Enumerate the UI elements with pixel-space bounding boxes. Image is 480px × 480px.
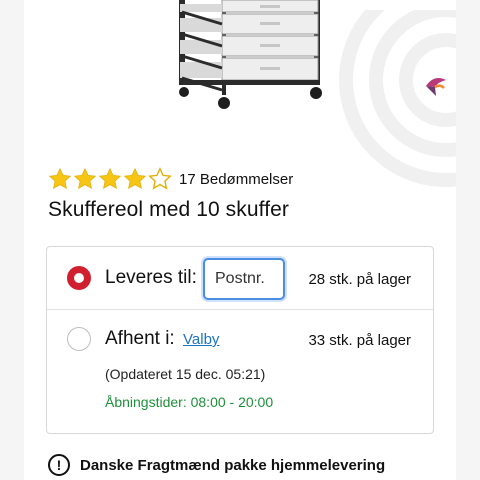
deliver-label: Leveres til: bbox=[105, 267, 197, 288]
radio-pickup[interactable] bbox=[67, 327, 91, 351]
decorative-circles bbox=[339, 10, 456, 187]
store-link[interactable]: Valby bbox=[183, 331, 219, 348]
star-filled-icon bbox=[48, 167, 72, 189]
star-filled-icon bbox=[98, 167, 122, 189]
star-empty-icon bbox=[148, 167, 172, 190]
delivery-option-home[interactable]: Leveres til: 28 stk. på lager bbox=[47, 247, 433, 309]
opening-hours: Åbningstider: 08:00 - 20:00 bbox=[105, 394, 274, 410]
exclamation-icon: ! bbox=[48, 454, 70, 476]
rating-stars bbox=[48, 167, 173, 191]
product-card: 17 Bedømmelser Skuffereol med 10 skuffer… bbox=[24, 0, 456, 480]
rating-row[interactable]: 17 Bedømmelser bbox=[48, 166, 293, 192]
delivery-options: Leveres til: 28 stk. på lager Afhent i: … bbox=[46, 246, 434, 434]
postcode-input[interactable] bbox=[203, 258, 285, 300]
shipping-info-text: Danske Fragtmænd pakke hjemmelevering bbox=[80, 456, 386, 474]
deliver-stock: 28 stk. på lager bbox=[308, 271, 411, 288]
delivery-option-pickup[interactable]: Afhent i: Valby 33 stk. på lager (Opdate… bbox=[47, 310, 433, 432]
star-filled-icon bbox=[123, 167, 147, 189]
stock-updated-time: (Opdateret 15 dec. 05:21) bbox=[105, 366, 266, 382]
rating-count[interactable]: 17 Bedømmelser bbox=[179, 171, 293, 188]
pickup-stock: 33 stk. på lager bbox=[308, 332, 411, 349]
product-title: Skuffereol med 10 skuffer bbox=[48, 198, 290, 221]
radio-deliver-selected[interactable] bbox=[67, 266, 91, 290]
shipping-info[interactable]: ! Danske Fragtmænd pakke hjemmelevering bbox=[48, 454, 385, 476]
star-filled-icon bbox=[73, 167, 97, 189]
brand-logo-icon bbox=[426, 78, 446, 96]
pickup-label: Afhent i: bbox=[105, 328, 175, 349]
